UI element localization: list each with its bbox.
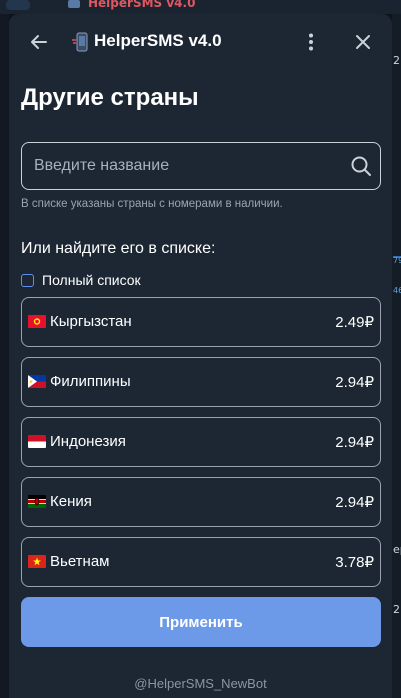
arrow-left-icon <box>31 35 47 49</box>
country-name: Филиппины <box>50 373 131 390</box>
country-list: Кыргызстан 2.49₽ Филиппины 2.94₽ Индонез… <box>21 297 381 597</box>
flag-kenya-icon <box>28 495 46 508</box>
background-window-strip <box>0 0 401 14</box>
country-item-kyrgyzstan[interactable]: Кыргызстан 2.49₽ <box>21 297 381 347</box>
country-name: Вьетнам <box>50 553 110 570</box>
full-list-toggle[interactable]: Полный список <box>21 272 141 288</box>
country-price: 2.94₽ <box>335 494 374 511</box>
close-button[interactable] <box>351 30 375 54</box>
background-app-icon <box>68 0 80 8</box>
country-name: Кыргызстан <box>50 313 132 330</box>
country-item-philippines[interactable]: Филиппины 2.94₽ <box>21 357 381 407</box>
country-price: 2.49₽ <box>335 314 374 331</box>
page-title: Другие страны <box>21 84 199 111</box>
flag-kyrgyzstan-icon <box>28 315 46 328</box>
background-right-edge <box>392 14 401 698</box>
full-list-label: Полный список <box>42 272 141 288</box>
background-right-text: ep <box>393 543 401 556</box>
country-item-vietnam[interactable]: Вьетнам 3.78₽ <box>21 537 381 587</box>
full-list-checkbox[interactable] <box>21 273 34 287</box>
section-title: Или найдите его в списке: <box>21 240 216 257</box>
background-left-edge <box>0 14 9 698</box>
menu-button[interactable] <box>299 30 323 54</box>
country-item-indonesia[interactable]: Индонезия 2.94₽ <box>21 417 381 467</box>
background-right-text: 46 <box>393 286 401 295</box>
helpersms-modal: HelperSMS v4.0 Другие страны В списке ук… <box>9 14 392 698</box>
app-title: HelperSMS v4.0 <box>94 31 222 50</box>
modal-header: HelperSMS v4.0 <box>9 14 392 70</box>
flag-indonesia-icon <box>28 435 46 448</box>
country-price: 3.78₽ <box>335 554 374 571</box>
flag-vietnam-icon <box>28 555 46 568</box>
more-vertical-icon <box>309 33 313 51</box>
app-logo-icon <box>71 32 89 52</box>
background-window-title: HelperSMS v4.0 <box>88 0 196 10</box>
background-right-text: 79 <box>393 256 401 265</box>
background-tab <box>6 0 30 10</box>
country-name: Кения <box>50 493 92 510</box>
country-price: 2.94₽ <box>335 434 374 451</box>
search-icon[interactable] <box>350 155 372 177</box>
back-button[interactable] <box>27 30 51 54</box>
background-right-text: 2 <box>393 603 400 616</box>
search-input[interactable] <box>34 143 334 188</box>
country-item-kenya[interactable]: Кения 2.94₽ <box>21 477 381 527</box>
country-name: Индонезия <box>50 433 126 450</box>
search-box <box>21 142 381 190</box>
apply-button[interactable]: Применить <box>21 597 381 647</box>
background-right-text: 2 <box>393 54 400 67</box>
footer-bot-link[interactable]: @HelperSMS_NewBot <box>9 676 392 691</box>
search-hint: В списке указаны страны с номерами в нал… <box>21 198 283 210</box>
close-icon <box>356 35 370 49</box>
flag-philippines-icon <box>28 375 46 388</box>
country-price: 2.94₽ <box>335 374 374 391</box>
